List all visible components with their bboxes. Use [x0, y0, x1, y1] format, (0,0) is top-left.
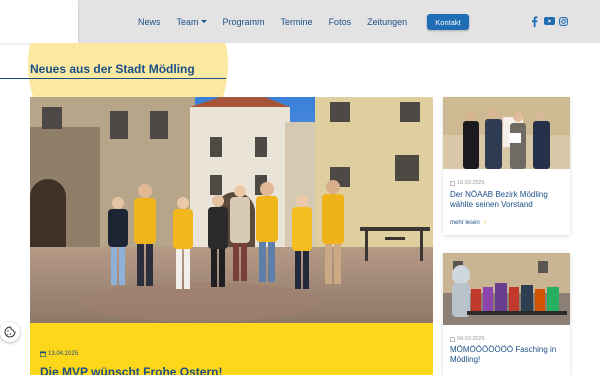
card-date-text: 19.03.2025 [457, 180, 485, 186]
card-image[interactable] [443, 253, 570, 325]
nav-item-news[interactable]: News [138, 17, 161, 27]
feature-date-text: 13.04.2025 [48, 351, 79, 357]
cookie-icon [4, 326, 16, 338]
nav-item-fotos[interactable]: Fotos [329, 17, 352, 27]
card-date-text: 04.03.2025 [457, 336, 485, 342]
site-logo[interactable] [0, 0, 78, 43]
nav-item-programm[interactable]: Programm [223, 17, 265, 27]
section-divider [0, 78, 226, 79]
card-title[interactable]: Der NÖAAB Bezirk Mödling wählte seinen V… [450, 190, 568, 210]
card-date: 19.03.2025 [450, 180, 485, 186]
nav-item-termine[interactable]: Termine [281, 17, 313, 27]
instagram-icon[interactable] [559, 15, 568, 27]
feature-title[interactable]: Die MVP wünscht Frohe Ostern! [40, 365, 222, 375]
main-nav: News Team Programm Termine Fotos Zeitung… [138, 0, 423, 43]
feature-date: 13.04.2025 [40, 351, 78, 357]
card-title[interactable]: MÖMÖÖÖÖÖÖÖ Fasching in Mödling! [450, 345, 568, 365]
read-more-link[interactable]: mehr lesen › [450, 219, 486, 226]
nav-item-team-label: Team [176, 16, 199, 27]
feature-image[interactable] [30, 97, 433, 324]
nav-item-team[interactable]: Team [177, 17, 207, 27]
news-card[interactable]: 04.03.2025 MÖMÖÖÖÖÖÖÖ Fasching in Mödlin… [443, 253, 570, 375]
cookie-settings-button[interactable] [0, 322, 20, 342]
news-card[interactable]: 19.03.2025 Der NÖAAB Bezirk Mödling wähl… [443, 97, 570, 235]
card-date: 04.03.2025 [450, 336, 485, 342]
section-title: Neues aus der Stadt Mödling [30, 62, 195, 76]
facebook-icon[interactable] [531, 15, 538, 27]
contact-button[interactable]: Kontakt [427, 14, 469, 30]
calendar-icon [450, 336, 455, 342]
calendar-icon [450, 180, 455, 186]
read-more-label: mehr lesen [450, 219, 480, 226]
card-image[interactable] [443, 97, 570, 169]
youtube-icon[interactable] [544, 15, 555, 27]
nav-item-zeitungen[interactable]: Zeitungen [367, 17, 407, 27]
calendar-icon [40, 351, 46, 357]
chevron-right-icon: › [483, 219, 487, 226]
caret-down-icon [200, 20, 207, 23]
site-header: News Team Programm Termine Fotos Zeitung… [0, 0, 600, 43]
